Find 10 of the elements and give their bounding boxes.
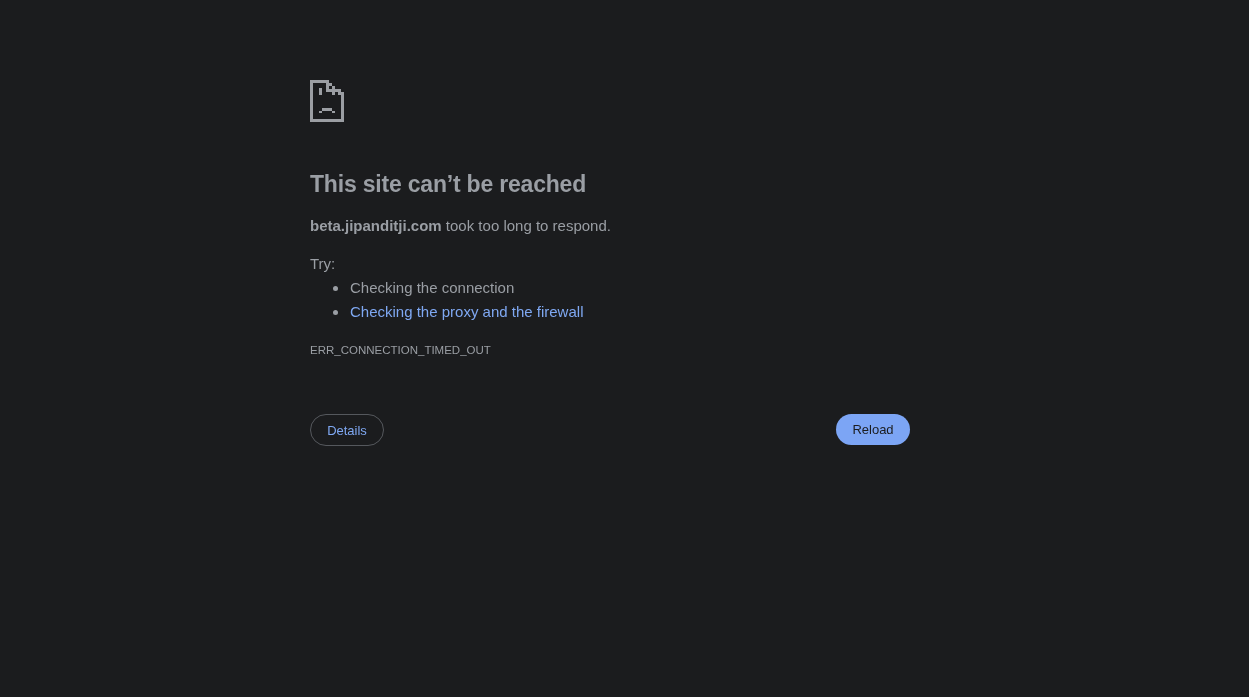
bullet-icon bbox=[333, 309, 338, 315]
suggestion-link[interactable]: Checking the proxy and the firewall bbox=[350, 302, 584, 322]
reload-button[interactable]: Reload bbox=[836, 414, 910, 445]
suggestion-text: Checking the connection bbox=[350, 278, 515, 298]
suggestions-label: Try: bbox=[310, 254, 336, 274]
error-code: ERR_CONNECTION_TIMED_OUT bbox=[310, 343, 491, 358]
error-heading: This site can’t be reached bbox=[310, 170, 586, 199]
bullet-icon bbox=[333, 285, 338, 291]
sad-page-icon bbox=[310, 80, 344, 122]
error-summary: beta.jipanditji.com took too long to respond. bbox=[310, 216, 611, 236]
